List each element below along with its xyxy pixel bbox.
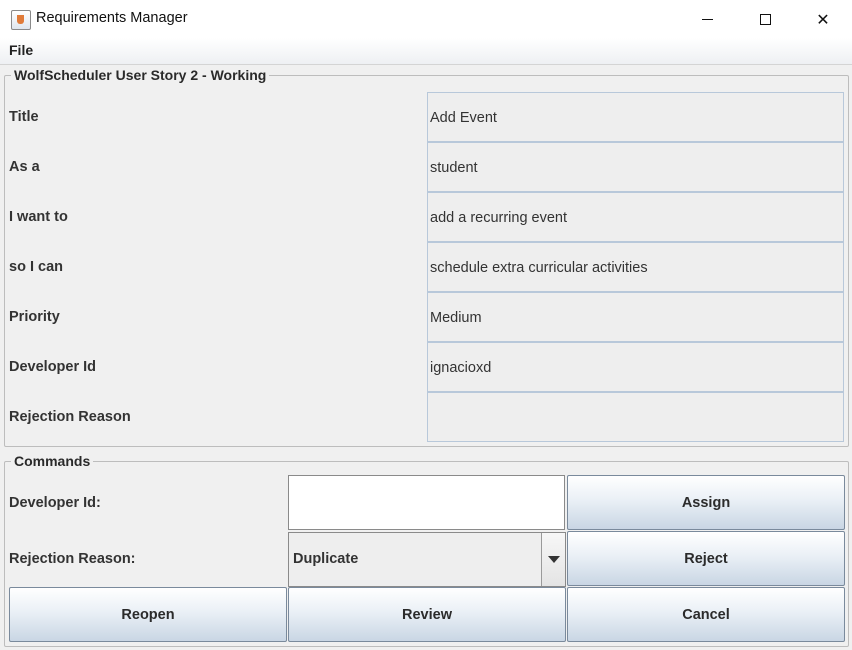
review-button[interactable]: Review — [288, 587, 566, 642]
rejection-reason-selected: Duplicate — [293, 551, 359, 567]
maximize-icon — [759, 13, 771, 25]
so-i-can-value: schedule extra curricular activities — [427, 242, 844, 292]
developer-id-label: Developer Id — [9, 359, 97, 375]
maximize-button[interactable] — [736, 0, 794, 38]
rejection-reason-label: Rejection Reason — [9, 409, 131, 425]
assign-button[interactable]: Assign — [567, 475, 845, 530]
minimize-icon — [701, 18, 713, 20]
user-story-panel-title: WolfScheduler User Story 2 - Working — [11, 67, 270, 83]
window-title: Requirements Manager — [36, 10, 188, 26]
developer-id-value: ignacioxd — [427, 342, 844, 392]
minimize-button[interactable] — [678, 0, 736, 38]
title-value: Add Event — [427, 92, 844, 142]
developer-id-input-label: Developer Id: — [9, 495, 101, 511]
so-i-can-label: so I can — [9, 259, 63, 275]
java-app-icon — [11, 10, 31, 30]
rejection-reason-select-label: Rejection Reason: — [9, 551, 136, 567]
close-icon: ✕ — [816, 9, 830, 29]
priority-value: Medium — [427, 292, 844, 342]
commands-panel-title: Commands — [11, 453, 94, 469]
chevron-down-icon[interactable] — [541, 533, 565, 586]
as-a-label: As a — [9, 159, 40, 175]
priority-label: Priority — [9, 309, 60, 325]
developer-id-input[interactable] — [288, 475, 565, 530]
i-want-to-value: add a recurring event — [427, 192, 844, 242]
rejection-reason-value — [427, 392, 844, 442]
title-bar: Requirements Manager ✕ — [0, 0, 852, 38]
menu-bar: File — [0, 38, 852, 65]
rejection-reason-select[interactable]: Duplicate — [288, 532, 566, 587]
i-want-to-label: I want to — [9, 209, 68, 225]
close-button[interactable]: ✕ — [794, 0, 852, 38]
as-a-value: student — [427, 142, 844, 192]
title-label: Title — [9, 109, 39, 125]
reopen-button[interactable]: Reopen — [9, 587, 287, 642]
menu-file[interactable]: File — [9, 42, 33, 58]
cancel-button[interactable]: Cancel — [567, 587, 845, 642]
reject-button[interactable]: Reject — [567, 531, 845, 586]
